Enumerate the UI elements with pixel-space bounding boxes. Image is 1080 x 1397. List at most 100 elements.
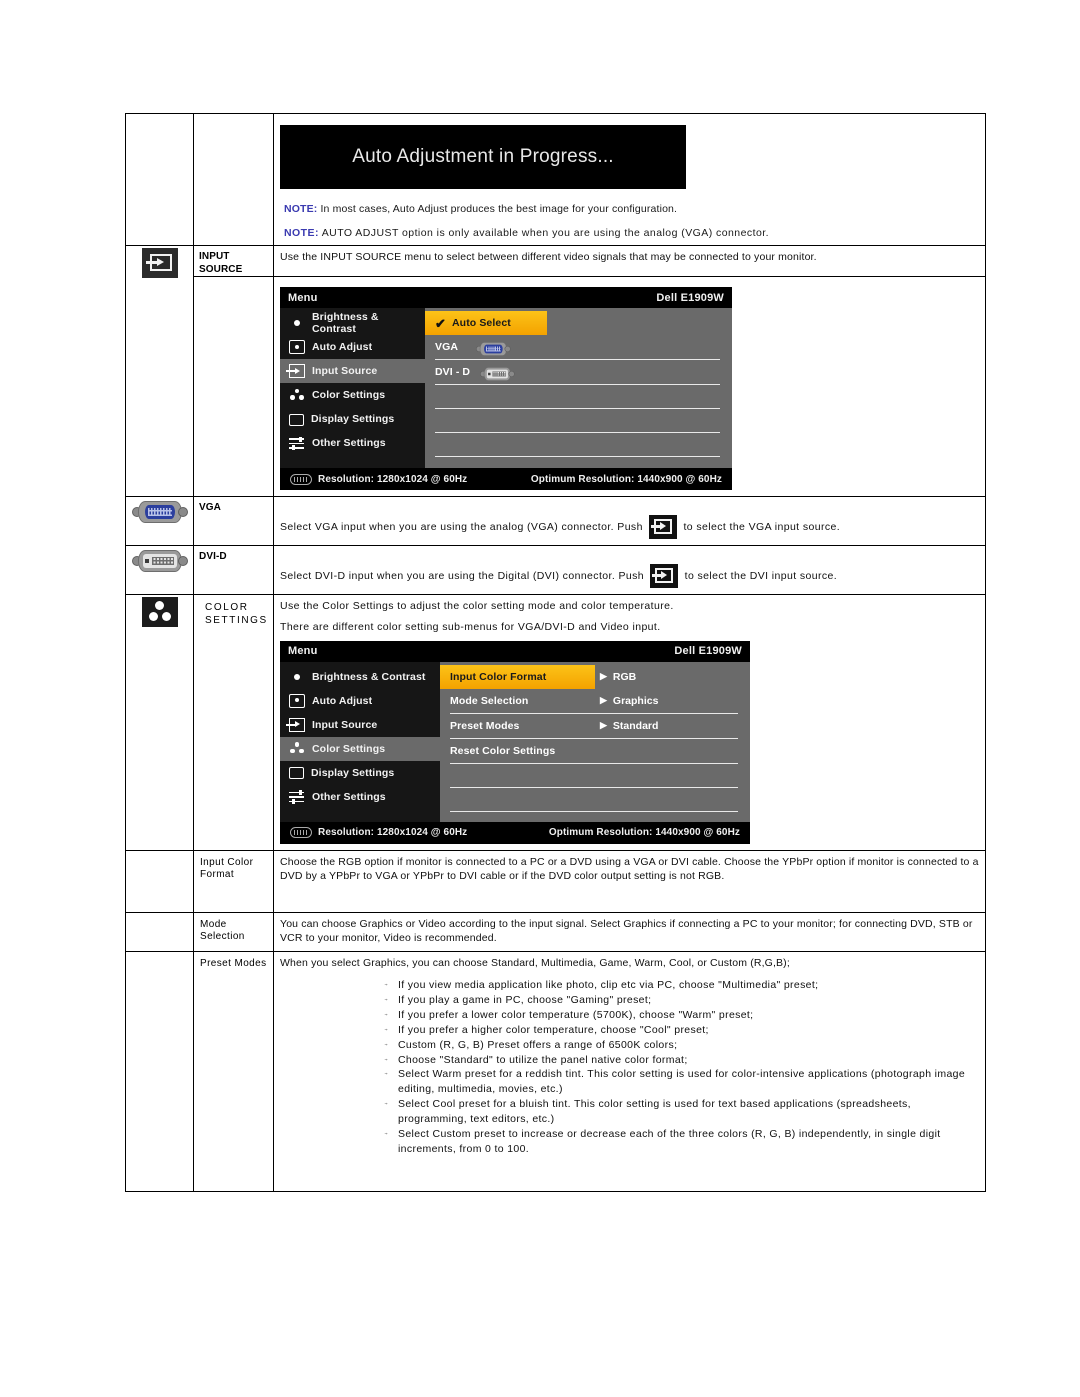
cell-label-osd1-empty	[193, 276, 274, 498]
preset-modes-label: Preset Modes	[200, 957, 267, 969]
osd2-footer: Resolution: 1280x1024 @ 60Hz Optimum Res…	[280, 821, 750, 844]
checkmark-icon: ✔	[435, 315, 446, 331]
osd-color-settings[interactable]: Menu Dell E1909W Brightness & Contrast A…	[280, 640, 750, 844]
osd1-titlebar: Menu Dell E1909W	[280, 287, 732, 309]
osd2-value-preset-modes-text: Standard	[612, 719, 659, 732]
osd2-options: Input Color Format ▶ RGB Mode Selection …	[440, 662, 750, 822]
color-settings-line-1: Use the Color Settings to adjust the col…	[280, 600, 674, 613]
table-row-banner: Auto Adjustment in Progress... NOTE: In …	[125, 112, 986, 247]
note-1: NOTE: In most cases, Auto Adjust produce…	[284, 203, 979, 216]
osd1-options: ✔ Auto Select VGA DVI - D	[425, 308, 732, 468]
osd1-footer-optimum: Optimum Resolution: 1440x900 @ 60Hz	[530, 473, 722, 485]
osd2-menu-item-color-settings[interactable]: Color Settings	[280, 736, 440, 761]
chevron-right-icon: ▶	[600, 695, 607, 706]
dvid-description-after: to select the DVI input source.	[684, 569, 838, 582]
osd2-value-preset-modes: ▶ Standard	[600, 714, 658, 738]
osd1-menu-item-brightness-label: Brightness & Contrast	[312, 311, 379, 336]
brightness-icon	[289, 316, 305, 331]
list-item: Custom (R, G, B) Preset offers a range o…	[382, 1038, 979, 1053]
osd1-menu-item-brightness[interactable]: Brightness & Contrast	[280, 311, 425, 335]
osd1-option-vga[interactable]: VGA	[425, 335, 732, 359]
osd2-menu-item-input-source[interactable]: Input Source	[280, 713, 440, 737]
dvid-description: Select DVI-D input when you are using th…	[280, 564, 979, 589]
mode-selection-label: Mode Selection	[200, 918, 245, 943]
osd2-menu-item-other-settings[interactable]: Other Settings	[280, 785, 440, 809]
osd1-option-vga-label: VGA	[435, 341, 459, 354]
osd2-option-preset-modes-label: Preset Modes	[450, 719, 520, 732]
other-settings-icon	[289, 436, 305, 451]
input-source-button-icon	[650, 564, 679, 589]
table-row-color-settings: COLOR SETTINGS Use the Color Settings to…	[125, 594, 986, 851]
osd-controls-table: Auto Adjustment in Progress... NOTE: In …	[125, 112, 986, 1192]
osd-input-source[interactable]: Menu Dell E1909W Brightness & Contrast A…	[280, 287, 732, 491]
osd1-menu-item-display-settings[interactable]: Display Settings	[280, 407, 425, 431]
osd1-menu-item-color-settings[interactable]: Color Settings	[280, 383, 425, 407]
preset-modes-intro: When you select Graphics, you can choose…	[280, 956, 790, 969]
osd2-value-input-color-format: ▶ RGB	[600, 665, 636, 689]
cell-label-input-source: INPUT SOURCE	[193, 245, 274, 278]
list-item: Choose "Standard" to utilize the panel n…	[382, 1053, 979, 1068]
osd2-titlebar: Menu Dell E1909W	[280, 640, 750, 662]
auto-adjustment-banner: Auto Adjustment in Progress...	[280, 125, 686, 189]
resolution-badge-icon	[290, 827, 312, 839]
osd2-menu-item-brightness[interactable]: Brightness & Contrast	[280, 665, 440, 689]
osd2-option-preset-modes[interactable]: Preset Modes	[440, 714, 750, 738]
osd2-value-mode-selection-text: Graphics	[612, 694, 659, 707]
resolution-badge-icon	[290, 473, 312, 485]
note-1-keyword: NOTE:	[284, 203, 318, 215]
osd2-menu-item-display-settings-label: Display Settings	[311, 766, 395, 779]
table-row-vga: VGA Select VGA input when you are using …	[125, 496, 986, 547]
cell-icon-color-settings	[125, 594, 194, 851]
osd2-option-reset-color-settings[interactable]: Reset Color Settings	[440, 739, 750, 763]
osd1-option-dvid-label: DVI - D	[435, 366, 471, 379]
osd2-menu-item-brightness-label: Brightness & Contrast	[312, 670, 426, 683]
cell-icon-empty	[125, 112, 194, 247]
osd2-menu-item-auto-adjust[interactable]: Auto Adjust	[280, 689, 440, 713]
cell-icon-mode-selection	[125, 911, 194, 952]
input-source-button-icon	[649, 515, 678, 540]
display-settings-icon	[289, 767, 304, 780]
osd1-option-auto-select[interactable]: ✔ Auto Select	[425, 311, 547, 336]
cell-desc-preset-modes: When you select Graphics, you can choose…	[273, 950, 986, 1192]
note-1-text: In most cases, Auto Adjust produces the …	[317, 203, 678, 215]
input-source-label: INPUT SOURCE	[199, 251, 243, 275]
osd1-menu-item-color-settings-label: Color Settings	[312, 389, 386, 402]
osd2-footer-resolution: Resolution: 1280x1024 @ 60Hz	[318, 827, 468, 839]
osd2-value-mode-selection: ▶ Graphics	[600, 689, 658, 713]
table-row-preset-modes: Preset Modes When you select Graphics, y…	[125, 950, 986, 1192]
osd1-menu-item-other-settings[interactable]: Other Settings	[280, 431, 425, 455]
osd1-menu-item-input-source[interactable]: Input Source	[280, 359, 425, 384]
chevron-right-icon: ▶	[600, 720, 607, 731]
osd2-value-input-color-format-text: RGB	[612, 670, 637, 683]
vga-label: VGA	[199, 502, 221, 514]
auto-adjust-icon	[289, 693, 305, 708]
osd2-title: Menu	[288, 645, 318, 658]
osd2-option-reset-color-settings-label: Reset Color Settings	[450, 744, 556, 757]
display-settings-icon	[289, 413, 304, 426]
cell-label-color-settings: COLOR SETTINGS	[193, 594, 274, 851]
auto-adjust-icon	[289, 340, 305, 355]
osd2-option-input-color-format[interactable]: Input Color Format	[440, 664, 595, 689]
vga-description: Select VGA input when you are using the …	[280, 515, 979, 540]
osd2-menu-item-display-settings[interactable]: Display Settings	[280, 761, 440, 785]
list-item: Select Warm preset for a reddish tint. T…	[382, 1067, 979, 1097]
osd1-menu-item-auto-adjust[interactable]: Auto Adjust	[280, 335, 425, 359]
osd1-footer: Resolution: 1280x1024 @ 60Hz Optimum Res…	[280, 468, 732, 491]
color-settings-icon	[141, 597, 178, 628]
list-item: Select Custom preset to increase or decr…	[382, 1127, 979, 1157]
note-2-keyword: NOTE:	[284, 226, 319, 239]
cell-icon-input-color-format	[125, 849, 194, 913]
cell-desc-dvid: Select DVI-D input when you are using th…	[273, 545, 986, 596]
osd1-option-dvid[interactable]: DVI - D	[425, 360, 732, 384]
dvid-label: DVI-D	[199, 551, 227, 563]
osd2-menu-item-color-settings-label: Color Settings	[312, 742, 386, 755]
osd2-option-mode-selection[interactable]: Mode Selection	[440, 689, 750, 713]
auto-adjustment-banner-text: Auto Adjustment in Progress...	[352, 146, 614, 167]
other-settings-icon	[289, 790, 305, 804]
cell-label-preset-modes: Preset Modes	[193, 950, 274, 1192]
osd1-menu-list: Brightness & Contrast Auto Adjust Input …	[280, 308, 425, 469]
table-row-input-color-format: Input Color Format Choose the RGB option…	[125, 849, 986, 913]
cell-label-dvid: DVI-D	[193, 545, 274, 596]
input-source-icon	[141, 248, 178, 279]
list-item: If you prefer a higher color temperature…	[382, 1023, 979, 1038]
